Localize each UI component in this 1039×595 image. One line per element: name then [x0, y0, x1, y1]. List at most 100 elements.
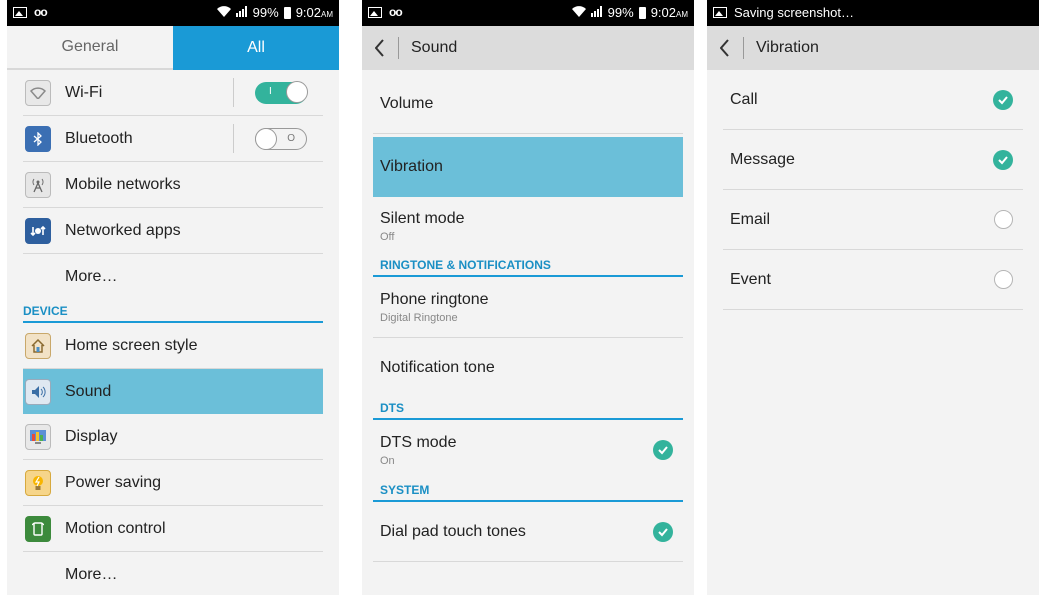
wifi-icon	[25, 79, 51, 106]
wifi-signal-icon	[571, 5, 586, 20]
check-icon[interactable]	[993, 149, 1013, 170]
speaker-icon	[25, 378, 51, 405]
divider	[398, 37, 399, 59]
setting-label: Volume	[380, 94, 434, 112]
voicemail-icon: oo	[389, 5, 403, 19]
option-label: Message	[730, 150, 795, 168]
motion-icon	[25, 515, 51, 542]
cell-signal-icon	[590, 5, 603, 20]
settings-item-networked-apps[interactable]: Networked apps	[23, 208, 323, 254]
setting-notification-tone[interactable]: Notification tone	[373, 338, 683, 398]
setting-vibration[interactable]: Vibration	[373, 137, 683, 197]
setting-label: Phone ringtone	[380, 290, 489, 308]
settings-screen: oo 99% 9:02AM General All Wi-Fi I Blueto…	[7, 0, 339, 595]
settings-item-more-device[interactable]: More…	[23, 552, 323, 595]
settings-item-label: Bluetooth	[65, 129, 133, 147]
image-notification-icon	[713, 7, 727, 18]
setting-phone-ringtone[interactable]: Phone ringtone Digital Ringtone	[373, 277, 683, 338]
toggle-off-mark: O	[287, 132, 295, 144]
setting-label: Dial pad touch tones	[380, 522, 526, 540]
battery-percent: 99%	[607, 5, 634, 20]
settings-item-bluetooth[interactable]: Bluetooth O	[23, 116, 323, 162]
option-label: Call	[730, 90, 758, 108]
battery-icon	[283, 6, 291, 19]
vibration-option-call[interactable]: Call	[723, 70, 1023, 130]
check-icon[interactable]	[653, 521, 673, 542]
setting-value: Off	[380, 230, 395, 243]
back-button[interactable]	[707, 26, 743, 70]
toggle-on-mark: I	[269, 85, 272, 97]
clock: 9:02AM	[650, 5, 688, 20]
setting-label: Vibration	[380, 158, 443, 175]
setting-dial-pad-tones[interactable]: Dial pad touch tones	[373, 502, 683, 562]
option-label: Email	[730, 210, 771, 228]
lightbulb-icon	[25, 469, 51, 496]
divider	[233, 78, 234, 107]
setting-value: On	[380, 454, 395, 467]
settings-item-label: Mobile networks	[65, 175, 181, 193]
section-header-system: SYSTEM	[373, 480, 683, 502]
vibration-option-message[interactable]: Message	[723, 130, 1023, 190]
image-notification-icon	[13, 6, 27, 18]
wifi-signal-icon	[216, 5, 231, 20]
check-icon[interactable]	[993, 89, 1013, 110]
check-icon[interactable]	[653, 440, 673, 460]
settings-item-wifi[interactable]: Wi-Fi I	[23, 70, 323, 116]
section-header-device: DEVICE	[23, 299, 323, 323]
settings-item-label: Networked apps	[65, 221, 181, 239]
divider	[233, 124, 234, 153]
setting-label: Silent mode	[380, 209, 465, 227]
unchecked-circle-icon[interactable]	[994, 209, 1013, 229]
settings-item-label: Home screen style	[65, 336, 198, 354]
settings-item-label: More…	[65, 565, 118, 583]
back-button[interactable]	[362, 26, 398, 70]
cell-signal-icon	[235, 5, 248, 20]
setting-label: DTS mode	[380, 433, 457, 451]
vibration-option-event[interactable]: Event	[723, 250, 1023, 310]
status-message: Saving screenshot…	[734, 5, 854, 20]
settings-item-sound[interactable]: Sound	[23, 369, 323, 414]
status-bar: oo 99% 9:02AM	[7, 0, 339, 26]
wifi-toggle-area: I	[233, 70, 323, 115]
status-bar: Saving screenshot…	[707, 0, 1039, 26]
settings-item-home-screen-style[interactable]: Home screen style	[23, 323, 323, 369]
settings-item-mobile-networks[interactable]: Mobile networks	[23, 162, 323, 208]
settings-item-motion-control[interactable]: Motion control	[23, 506, 323, 552]
toggle-knob	[255, 127, 277, 150]
settings-item-label: Display	[65, 427, 118, 445]
tab-all[interactable]: All	[173, 26, 339, 70]
battery-percent: 99%	[252, 5, 279, 20]
wifi-toggle[interactable]: I	[255, 80, 308, 104]
page-title: Vibration	[756, 39, 819, 56]
bluetooth-toggle[interactable]: O	[255, 127, 307, 150]
vibration-screen: Saving screenshot… Vibration Call Messag…	[707, 0, 1039, 595]
setting-silent-mode[interactable]: Silent mode Off	[373, 197, 683, 255]
option-label: Event	[730, 270, 771, 288]
settings-item-power-saving[interactable]: Power saving	[23, 460, 323, 506]
app-bar: Vibration	[707, 26, 1039, 70]
vibration-option-email[interactable]: Email	[723, 190, 1023, 250]
settings-item-more-wireless[interactable]: More…	[23, 254, 323, 299]
sound-screen: oo 99% 9:02AM Sound Volume Vibration Sil…	[362, 0, 694, 595]
unchecked-circle-icon[interactable]	[994, 269, 1013, 289]
antenna-icon	[25, 171, 51, 198]
divider	[743, 37, 744, 59]
chevron-left-icon	[375, 39, 384, 57]
display-icon	[25, 423, 51, 450]
section-header-ringtone: RINGTONE & NOTIFICATIONS	[373, 255, 683, 277]
tab-general[interactable]: General	[7, 26, 173, 70]
setting-volume[interactable]: Volume	[373, 74, 683, 134]
app-bar: Sound	[362, 26, 694, 70]
settings-item-label: Sound	[65, 382, 112, 400]
settings-item-display[interactable]: Display	[23, 414, 323, 460]
status-bar: oo 99% 9:02AM	[362, 0, 694, 26]
bluetooth-toggle-area: O	[233, 116, 323, 161]
settings-item-label: Power saving	[65, 473, 162, 491]
page-title: Sound	[411, 39, 458, 56]
settings-item-label: Motion control	[65, 519, 166, 537]
voicemail-icon: oo	[34, 5, 48, 19]
settings-item-label: Wi-Fi	[65, 83, 103, 101]
setting-value: Digital Ringtone	[380, 311, 458, 324]
setting-dts-mode[interactable]: DTS mode On	[373, 420, 683, 480]
image-notification-icon	[368, 6, 382, 18]
